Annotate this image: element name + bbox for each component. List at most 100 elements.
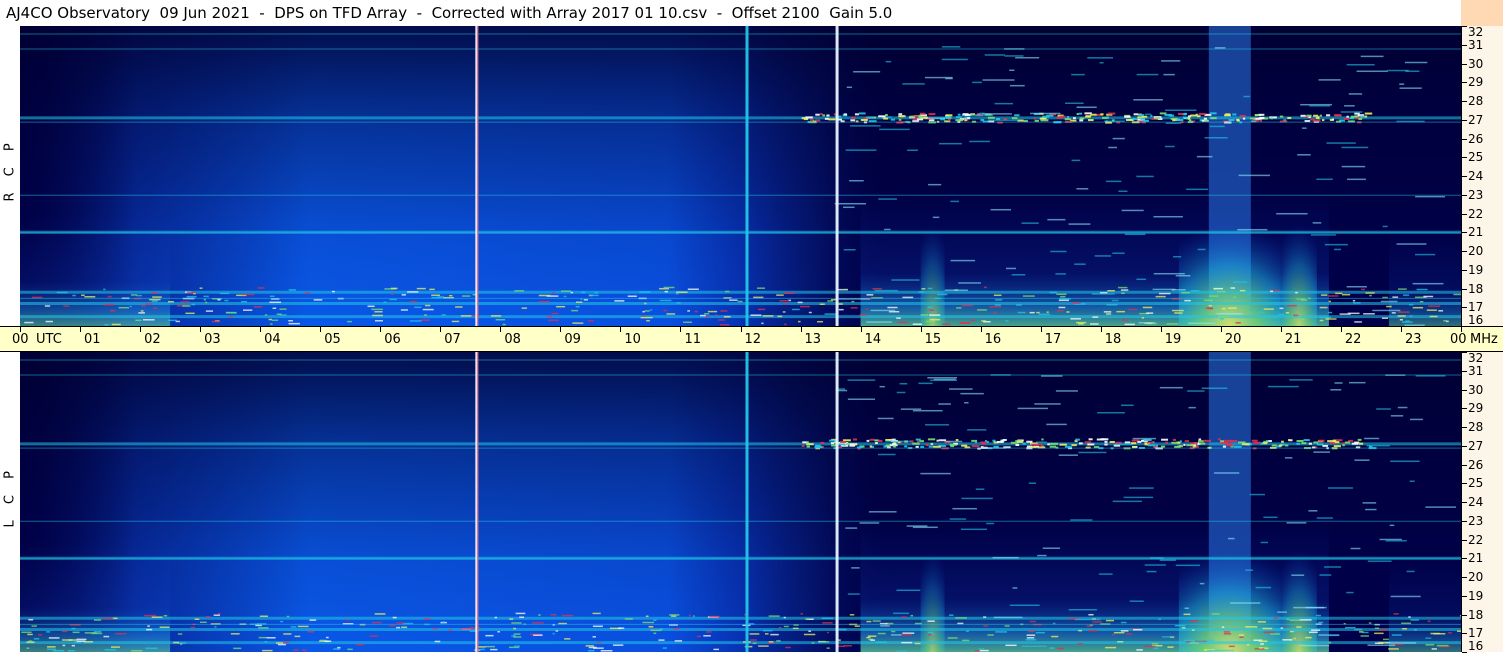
- low-band-speckle: [929, 309, 934, 312]
- low-band-speckle: [1289, 619, 1301, 621]
- noise-dash: [1078, 451, 1107, 454]
- low-band-speckle: [826, 631, 830, 634]
- low-band-speckle: [551, 312, 559, 315]
- low-band-speckle: [1112, 633, 1115, 636]
- low-band-speckle: [269, 301, 282, 304]
- band-speckle: [1232, 113, 1237, 116]
- carrier-line: [20, 232, 1461, 234]
- low-band-speckle: [1221, 626, 1225, 628]
- noise-dash: [1237, 228, 1268, 231]
- low-band-speckle: [532, 622, 544, 624]
- low-band-speckle: [1403, 294, 1410, 296]
- noise-dash: [1334, 382, 1343, 384]
- low-band-speckle: [400, 309, 409, 311]
- band-speckle: [1318, 439, 1325, 442]
- low-band-speckle: [676, 302, 681, 304]
- band-speckle: [1253, 441, 1261, 444]
- band-speckle: [806, 441, 809, 444]
- utc-tick-label: 10: [624, 332, 641, 347]
- rcp-freq-tick: [1462, 101, 1467, 102]
- low-band-speckle: [145, 303, 153, 305]
- low-band-speckle: [1038, 313, 1051, 316]
- noise-dash: [1230, 602, 1261, 604]
- band-speckle: [1084, 441, 1091, 444]
- low-band-speckle: [494, 616, 498, 619]
- low-band-speckle: [575, 305, 580, 308]
- low-band-speckle: [1408, 616, 1411, 618]
- band-speckle: [1014, 114, 1020, 117]
- low-band-speckle: [673, 628, 680, 630]
- band-speckle: [1268, 440, 1272, 443]
- band-speckle: [1090, 113, 1097, 116]
- low-band-speckle: [290, 626, 297, 628]
- low-band-speckle: [1399, 318, 1403, 321]
- low-band-speckle: [1210, 291, 1215, 293]
- noise-dash: [1364, 437, 1380, 440]
- noise-dash: [950, 200, 960, 203]
- noise-dash: [994, 102, 1014, 105]
- low-band-speckle: [561, 614, 574, 617]
- low-band-speckle: [887, 306, 898, 309]
- low-band-speckle: [1423, 295, 1434, 298]
- band-speckle: [971, 445, 980, 448]
- low-band-speckle: [56, 291, 68, 294]
- low-band-speckle: [758, 645, 769, 647]
- band-speckle: [1249, 117, 1256, 120]
- low-band-speckle: [1235, 322, 1241, 324]
- band-speckle: [1220, 440, 1224, 443]
- late-glow: [1388, 558, 1461, 652]
- noise-dash: [849, 179, 864, 182]
- band-speckle: [967, 117, 970, 120]
- noise-dash: [1159, 386, 1183, 389]
- low-band-speckle: [383, 301, 387, 304]
- noise-dash: [1316, 517, 1333, 519]
- noise-dash: [1263, 516, 1278, 519]
- low-band-speckle: [24, 321, 34, 324]
- band-speckle: [1254, 117, 1262, 120]
- noise-dash: [1319, 574, 1332, 576]
- noise-dash: [846, 86, 853, 89]
- low-band-speckle: [663, 286, 675, 289]
- noise-dash: [842, 206, 855, 209]
- band-speckle: [1115, 441, 1122, 444]
- low-band-speckle: [851, 300, 855, 303]
- noise-dash: [880, 625, 890, 627]
- utc-tick-label: 11: [684, 332, 701, 347]
- noise-dash: [1344, 105, 1355, 107]
- low-band-speckle: [1159, 292, 1171, 295]
- noise-dash: [1425, 506, 1457, 508]
- noise-dash: [1184, 639, 1214, 642]
- low-band-speckle: [490, 648, 498, 651]
- band-speckle: [1354, 112, 1360, 115]
- morning-glow: [20, 539, 171, 652]
- low-band-speckle: [1026, 634, 1036, 636]
- utc-tick: [800, 327, 802, 332]
- low-band-speckle: [1144, 645, 1156, 648]
- low-band-speckle: [294, 635, 301, 638]
- band-speckle: [1087, 443, 1095, 446]
- low-band-speckle: [62, 639, 73, 641]
- rcp-freq-tick: [1462, 288, 1467, 290]
- noise-dash: [1136, 278, 1146, 281]
- band-speckle: [1050, 442, 1059, 445]
- low-band-speckle: [797, 301, 803, 304]
- noise-dash: [891, 279, 920, 281]
- band-speckle: [1190, 442, 1198, 445]
- low-band-speckle: [1289, 630, 1294, 633]
- low-band-speckle: [1296, 626, 1302, 628]
- low-band-speckle: [1005, 644, 1017, 647]
- noise-dash: [1380, 300, 1398, 303]
- band-speckle: [846, 442, 851, 445]
- noise-dash: [1409, 418, 1423, 421]
- carrier-line: [20, 447, 1461, 449]
- low-band-speckle: [1256, 311, 1265, 313]
- low-band-speckle: [1056, 309, 1064, 312]
- utc-tick: [620, 327, 622, 332]
- noise-dash: [1382, 225, 1388, 228]
- noise-dash: [1184, 607, 1189, 610]
- utc-tick: [560, 327, 562, 332]
- band-speckle: [815, 113, 820, 116]
- low-band-speckle: [826, 647, 830, 649]
- low-band-speckle: [93, 631, 102, 633]
- noise-dash: [1399, 83, 1405, 85]
